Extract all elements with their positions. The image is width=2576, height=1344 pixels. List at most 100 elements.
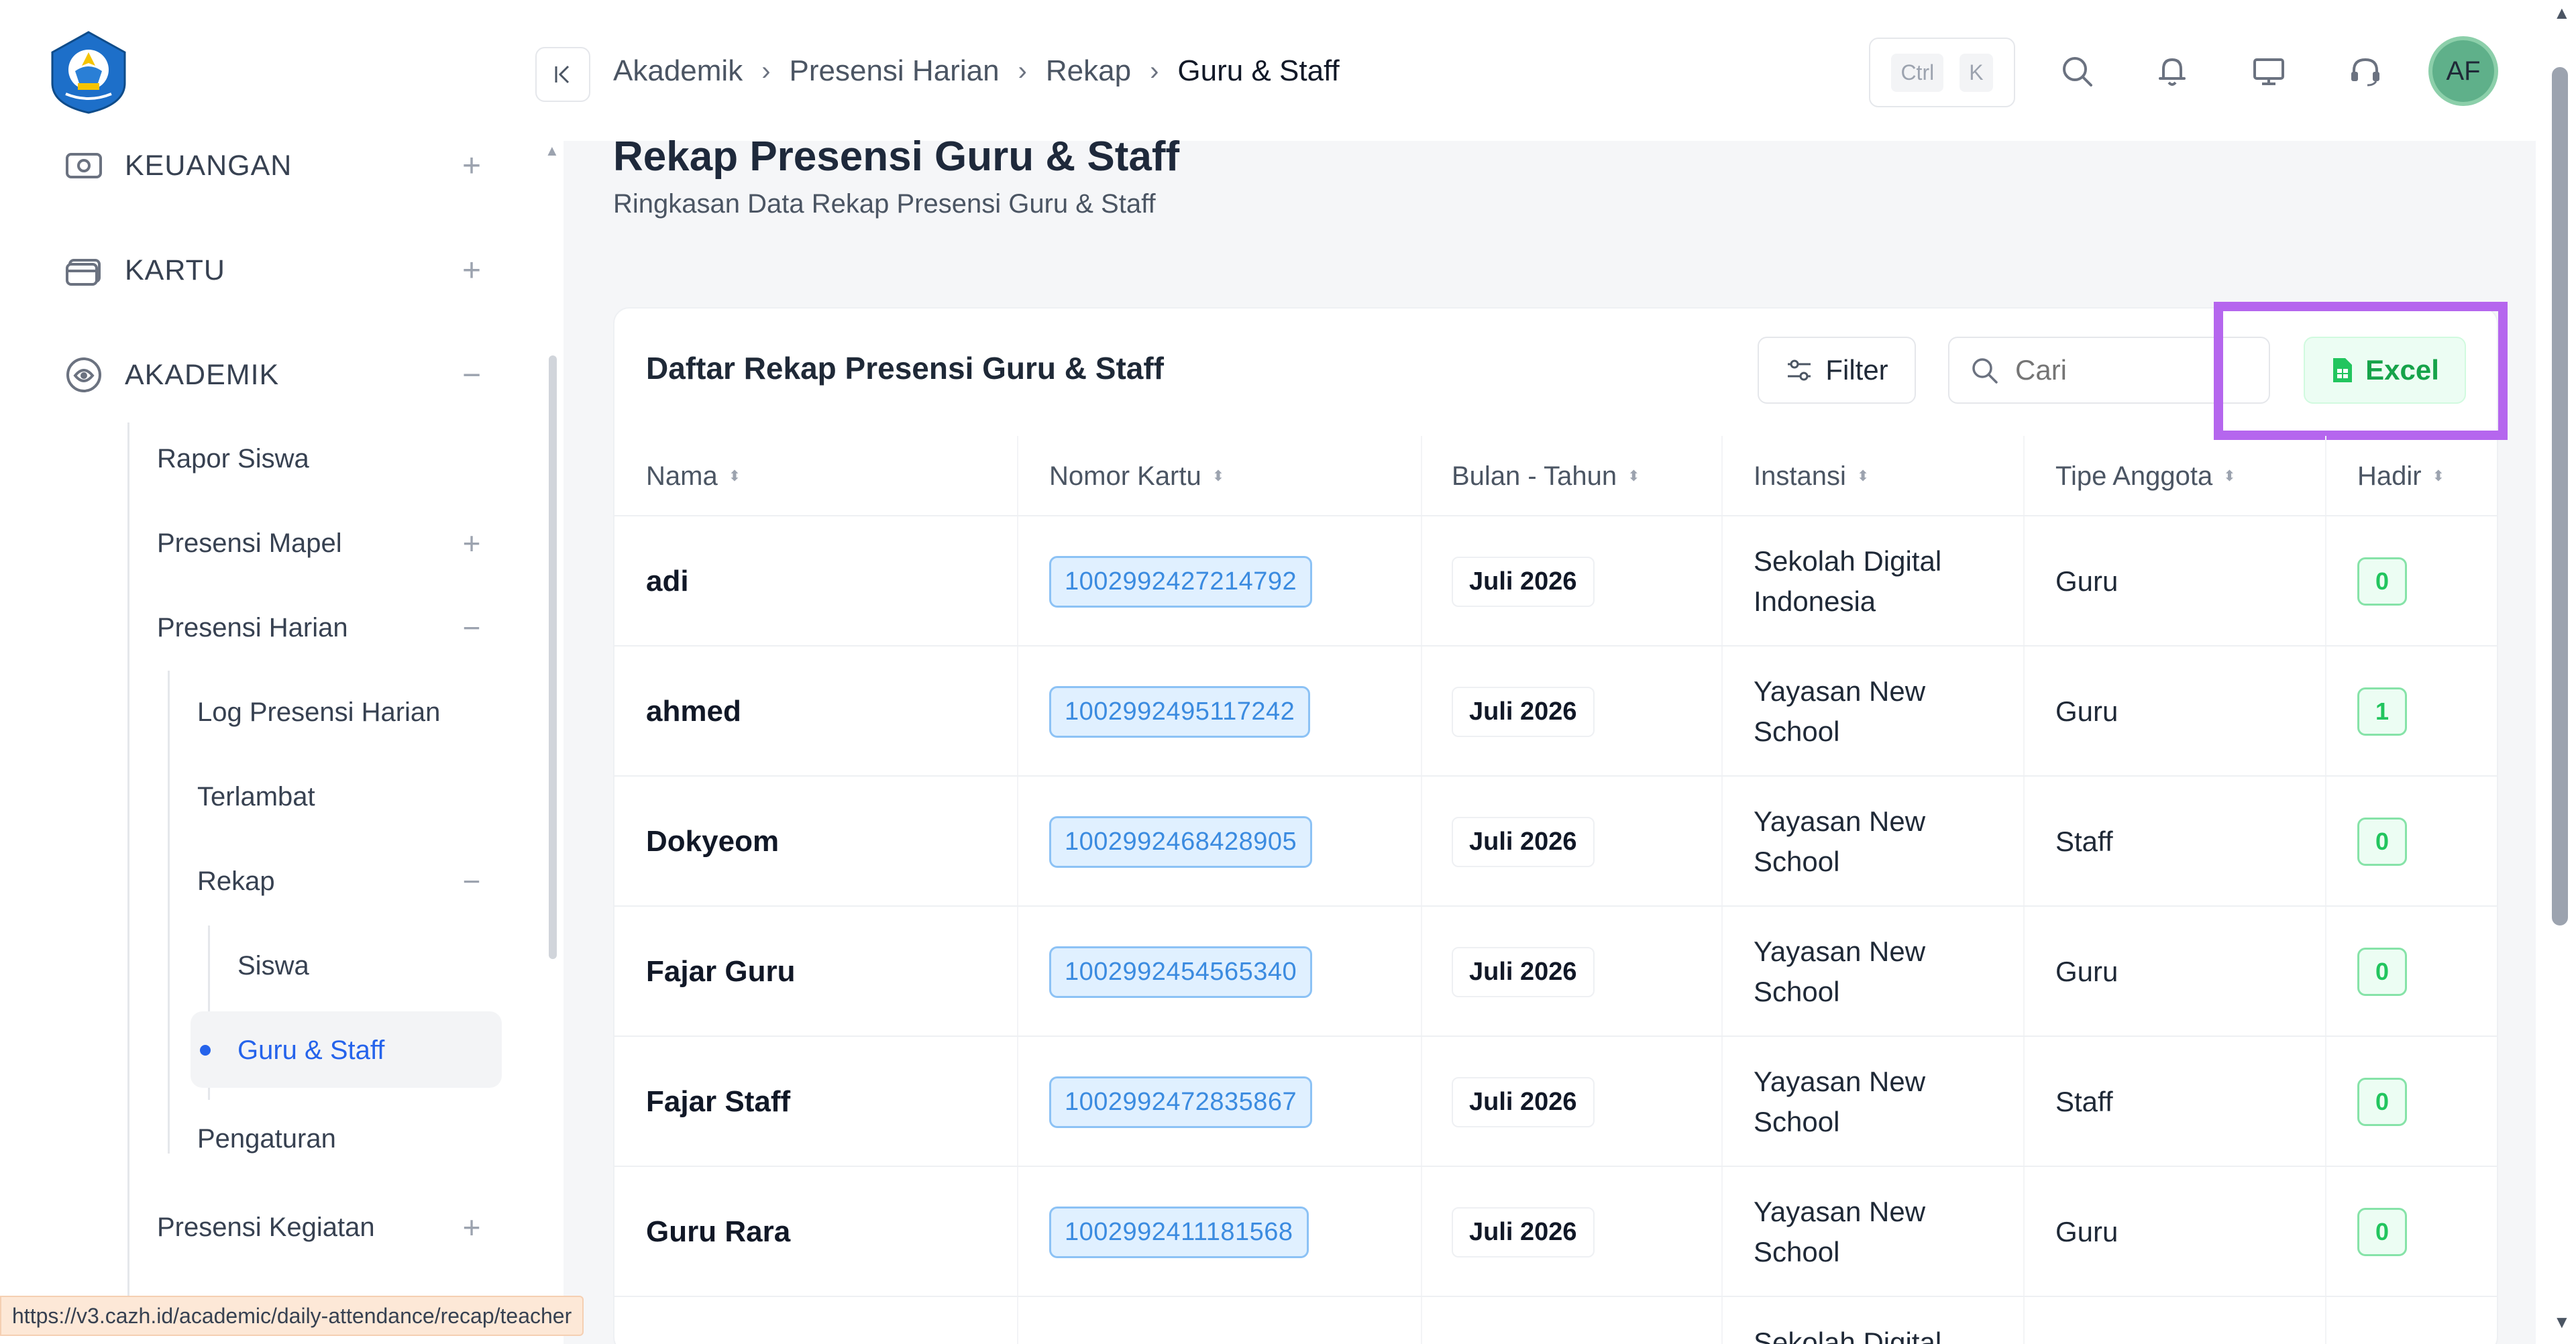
table-row[interactable]: Dokyeom 1002992468428905 Juli 2026 Yayas… (614, 777, 2497, 907)
search-icon[interactable] (2055, 50, 2098, 93)
collapse-icon[interactable]: − (462, 610, 482, 646)
sidebar-item-rapor-siswa[interactable]: Rapor Siswa (157, 425, 309, 492)
sidebar-section-akademik[interactable]: AKADEMIK − (0, 338, 510, 412)
sidebar-item-label: Terlambat (197, 781, 315, 811)
sidebar: KEUANGAN + KARTU + AKADEMIK − Rapor Sisw… (0, 0, 564, 1344)
collapse-sidebar-button[interactable] (535, 47, 590, 102)
hadir-count-badge: 0 (2357, 1078, 2407, 1126)
table-header: Nama ⬍ Nomor Kartu ⬍ Bulan - Tahun ⬍ Ins… (614, 436, 2497, 516)
breadcrumb-current: Guru & Staff (1177, 54, 1340, 87)
page-subtitle: Ringkasan Data Rekap Presensi Guru & Sta… (613, 189, 1156, 219)
sidebar-item-presensi-harian[interactable]: Presensi Harian − (157, 594, 519, 661)
search-input[interactable] (2015, 354, 2216, 386)
table-row[interactable]: ahmed 1002992495117242 Juli 2026 Yayasan… (614, 647, 2497, 777)
column-header-hadir[interactable]: Hadir ⬍ (2357, 436, 2445, 516)
cell-nama: Fajar Staff (646, 1085, 791, 1118)
cell-instansi: Yayasan New School (1754, 1037, 1925, 1167)
instansi-line: Sekolah Digital (1754, 545, 1942, 577)
scroll-up-arrow-icon[interactable]: ▲ (2553, 3, 2571, 23)
instansi-line: Yayasan New (1754, 805, 1926, 837)
instansi-line: School (1754, 1236, 1840, 1268)
column-header-label: Bulan - Tahun (1452, 461, 1617, 491)
collapse-icon[interactable]: − (462, 357, 482, 394)
card-icon (64, 251, 103, 290)
instansi-line: Yayasan New (1754, 1196, 1926, 1227)
page-title: Rekap Presensi Guru & Staff (613, 133, 1180, 180)
hadir-count-badge: 0 (2357, 1208, 2407, 1256)
filter-label: Filter (1825, 354, 1888, 386)
column-header-bulan-tahun[interactable]: Bulan - Tahun ⬍ (1452, 436, 1640, 516)
cell-nama: Fajar Guru (646, 955, 796, 988)
cell-instansi: Yayasan New School (1754, 777, 1925, 907)
card-title: Daftar Rekap Presensi Guru & Staff (646, 351, 1165, 386)
sidebar-item-label: Log Presensi Harian (197, 697, 441, 727)
sidebar-item-label: Guru & Staff (237, 1035, 385, 1065)
breadcrumb: Akademik › Presensi Harian › Rekap › Gur… (613, 52, 1340, 90)
sidebar-item-presensi-kegiatan[interactable]: Presensi Kegiatan + (157, 1194, 519, 1261)
sidebar-item-label: Presensi Mapel (157, 528, 342, 558)
table-row[interactable]: Fajar Staff 1002992472835867 Juli 2026 Y… (614, 1037, 2497, 1167)
sidebar-item-terlambat[interactable]: Terlambat (197, 763, 315, 830)
expand-icon[interactable]: + (462, 525, 482, 561)
month-year-badge: Juli 2026 (1452, 946, 1595, 997)
main-scrollbar-thumb[interactable] (2552, 67, 2568, 926)
table-row[interactable]: Fajar Guru 1002992454565340 Juli 2026 Ya… (614, 907, 2497, 1037)
sort-icon: ⬍ (1856, 467, 1870, 484)
sort-icon: ⬍ (1627, 467, 1640, 484)
cell-tipe: Guru (2055, 956, 2118, 987)
hadir-count-badge: 1 (2357, 687, 2407, 736)
sidebar-item-label: Rapor Siswa (157, 443, 309, 473)
scroll-down-arrow-icon[interactable]: ▼ (2553, 1312, 2571, 1333)
sidebar-item-guru-staff[interactable]: Guru & Staff (237, 1017, 384, 1084)
expand-icon[interactable]: + (462, 148, 482, 184)
cell-instansi: Yayasan New School (1754, 1167, 1925, 1297)
scroll-up-icon[interactable]: ▲ (545, 142, 559, 160)
chevron-right-icon: › (761, 56, 771, 86)
expand-icon[interactable]: + (462, 252, 482, 289)
cell-tipe: Staff (2055, 1086, 2113, 1117)
column-header-nama[interactable]: Nama ⬍ (646, 436, 741, 516)
expand-icon[interactable]: + (462, 1209, 482, 1245)
sidebar-item-rekap[interactable]: Rekap − (197, 848, 519, 915)
breadcrumb-rekap[interactable]: Rekap (1046, 54, 1131, 88)
column-header-tipe-anggota[interactable]: Tipe Anggota ⬍ (2055, 436, 2236, 516)
avatar[interactable]: AF (2428, 36, 2498, 106)
cell-nama: adi (646, 565, 689, 598)
sidebar-item-presensi-mapel[interactable]: Presensi Mapel + (157, 510, 519, 577)
sidebar-section-kartu[interactable]: KARTU + (0, 233, 510, 307)
month-year-badge: Juli 2026 (1452, 556, 1595, 607)
collapse-icon[interactable]: − (462, 863, 482, 899)
instansi-line: Indonesia (1754, 585, 1876, 617)
monitor-icon[interactable] (2247, 50, 2290, 93)
command-palette-shortcut[interactable]: Ctrl K (1869, 38, 2015, 107)
sidebar-item-pengaturan[interactable]: Pengaturan (197, 1105, 336, 1172)
hadir-count-badge: 0 (2357, 818, 2407, 866)
month-year-badge: Juli 2026 (1452, 816, 1595, 867)
sidebar-scrollbar[interactable] (549, 355, 557, 959)
headset-icon[interactable] (2344, 50, 2387, 93)
cell-tipe: Staff (2055, 826, 2113, 857)
breadcrumb-akademik[interactable]: Akademik (613, 54, 743, 88)
academic-icon (64, 355, 103, 394)
table-row[interactable]: Guru Rara 1002992411181568 Juli 2026 Yay… (614, 1167, 2497, 1297)
bell-icon[interactable] (2151, 50, 2194, 93)
sidebar-item-siswa[interactable]: Siswa (237, 932, 309, 999)
sidebar-item-log-presensi-harian[interactable]: Log Presensi Harian (197, 679, 440, 746)
month-year-badge: Juli 2026 (1452, 1207, 1595, 1257)
column-header-instansi[interactable]: Instansi ⬍ (1754, 436, 1869, 516)
kbd-ctrl: Ctrl (1891, 53, 1944, 92)
column-header-nomor-kartu[interactable]: Nomor Kartu ⬍ (1049, 436, 1224, 516)
card-number-badge: 1002992454565340 (1049, 946, 1313, 998)
chevron-right-icon: › (1018, 56, 1027, 86)
column-header-label: Nama (646, 461, 718, 491)
table-row[interactable]: adi 1002992427214792 Juli 2026 Sekolah D… (614, 516, 2497, 647)
instansi-line: School (1754, 716, 1840, 747)
instansi-line: School (1754, 846, 1840, 877)
tut-wuri-handayani-logo[interactable] (46, 30, 131, 115)
cell-nama: Guru Rara (646, 1215, 791, 1248)
breadcrumb-presensi-harian[interactable]: Presensi Harian (790, 54, 1000, 88)
search-icon (1972, 358, 1998, 384)
filter-button[interactable]: Filter (1758, 337, 1916, 404)
sidebar-section-label: KEUANGAN (125, 149, 292, 182)
sidebar-section-keuangan[interactable]: KEUANGAN + (0, 129, 510, 203)
